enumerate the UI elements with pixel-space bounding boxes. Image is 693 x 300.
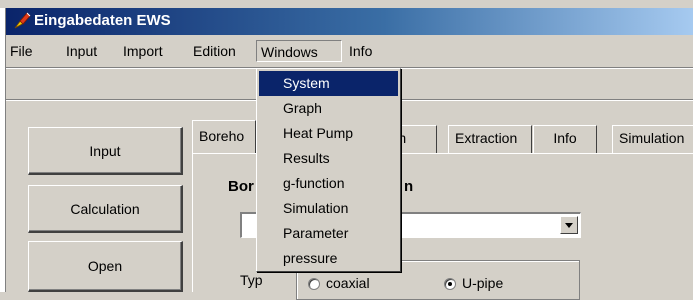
windows-menu: System Graph Heat Pump Results g-functio… — [256, 68, 401, 272]
tab-extraction[interactable]: Extraction — [448, 125, 532, 154]
menu-import[interactable]: Import — [119, 40, 167, 62]
input-button[interactable]: Input — [28, 127, 183, 175]
menu-edition[interactable]: Edition — [189, 40, 240, 62]
menu-item-pressure[interactable]: pressure — [259, 246, 398, 271]
tab-borehole[interactable]: Boreho — [192, 120, 256, 154]
menu-windows[interactable]: Windows — [256, 40, 342, 62]
radio-coaxial[interactable] — [308, 278, 320, 290]
menu-item-heat-pump[interactable]: Heat Pump — [259, 121, 398, 146]
radio-upipe-label[interactable]: U-pipe — [462, 275, 503, 291]
borehole-section-title-left: Bor — [228, 178, 254, 195]
menu-input[interactable]: Input — [62, 40, 101, 62]
menu-item-simulation[interactable]: Simulation — [259, 196, 398, 221]
menu-item-parameter[interactable]: Parameter — [259, 221, 398, 246]
open-button[interactable]: Open — [28, 241, 183, 292]
menu-file[interactable]: File — [6, 40, 37, 62]
tab-simulation[interactable]: Simulation — [612, 125, 693, 154]
window-title: Eingabedaten EWS — [34, 12, 171, 29]
calculation-button[interactable]: Calculation — [28, 185, 183, 233]
tab-info[interactable]: Info — [533, 125, 597, 154]
menu-item-results[interactable]: Results — [259, 146, 398, 171]
title-bar[interactable]: Eingabedaten EWS — [6, 8, 693, 35]
menu-bar: File Input Import Edition Windows Info — [6, 35, 693, 67]
radio-coaxial-label[interactable]: coaxial — [326, 275, 370, 291]
radio-selected-dot — [448, 282, 452, 286]
menu-item-system[interactable]: System — [259, 71, 398, 96]
menu-item-graph[interactable]: Graph — [259, 96, 398, 121]
type-label: Typ — [240, 272, 263, 288]
combo-dropdown-button[interactable] — [560, 216, 578, 234]
menu-info[interactable]: Info — [345, 40, 376, 62]
app-icon — [12, 11, 32, 31]
menu-item-g-function[interactable]: g-function — [259, 171, 398, 196]
chevron-down-icon — [565, 223, 573, 228]
borehole-section-title-right: n — [404, 178, 414, 195]
radio-upipe[interactable] — [444, 278, 456, 290]
